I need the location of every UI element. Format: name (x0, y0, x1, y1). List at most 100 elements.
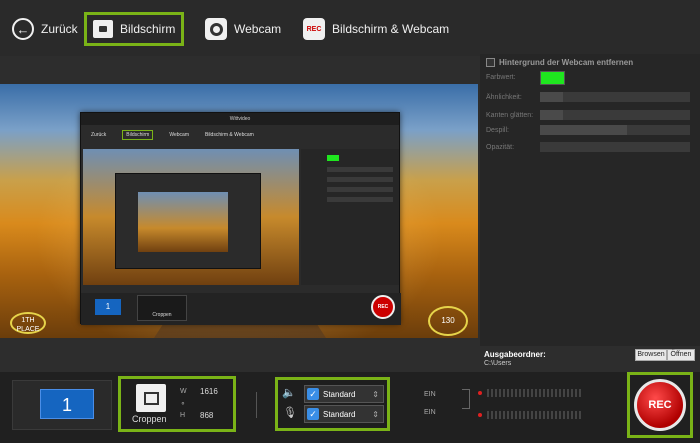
meter-segment (531, 411, 533, 419)
meter-segment (507, 411, 509, 419)
meter-segment (563, 389, 565, 397)
nested-preview (83, 149, 299, 285)
nested-tab-screen: Bildschirm (122, 130, 154, 140)
smoothing-slider[interactable] (540, 110, 690, 120)
width-value[interactable]: 1616 (200, 387, 218, 396)
microphone-select[interactable]: ✓ Standard ⇕ (304, 405, 384, 423)
similarity-slider[interactable] (540, 92, 690, 102)
tab-bildschirm-webcam[interactable]: REC Bildschirm & Webcam (303, 12, 449, 46)
meter-segment (551, 411, 553, 419)
microphone-select-label: Standard (323, 409, 356, 419)
tab-bildschirm-webcam-label: Bildschirm & Webcam (332, 22, 450, 36)
meter-segment (511, 389, 513, 397)
screen-preview[interactable]: Wittvideo Zurück Bildschirm Webcam Bilds… (0, 84, 478, 338)
nested-rec: REC (371, 295, 395, 319)
tab-bildschirm[interactable]: Bildschirm (84, 12, 185, 46)
speaker-select-label: Standard (323, 389, 356, 399)
meter-segment (515, 389, 517, 397)
remove-bg-row[interactable]: Hintergrund der Webcam entfernen (486, 58, 633, 67)
meter-segment (547, 389, 549, 397)
remove-bg-checkbox[interactable] (486, 58, 495, 67)
color-swatch[interactable] (540, 71, 565, 85)
meter-segment (535, 389, 537, 397)
meter-segment (519, 411, 521, 419)
meter-segment (515, 411, 517, 419)
microphone-checkbox-icon[interactable]: ✓ (307, 408, 319, 420)
speedometer: 130 (428, 306, 468, 336)
preview-bottom-band (0, 338, 480, 372)
nested-tab-webcam: Webcam (169, 132, 189, 138)
color-label: Farbwert: (486, 74, 516, 81)
app-window: ← Zurück Bildschirm Webcam REC Bildschir… (0, 0, 700, 443)
monitor-select-button[interactable]: 1 (40, 389, 94, 419)
spill-fill (540, 125, 627, 135)
rec-button[interactable]: REC (634, 379, 686, 431)
meter-segment (487, 411, 489, 419)
meter-segment (495, 389, 497, 397)
nested-crop: Croppen (137, 295, 187, 321)
tab-bildschirm-label: Bildschirm (120, 22, 176, 36)
meter-segment (499, 411, 501, 419)
connector-line (462, 389, 470, 409)
nested-bottom-bar (81, 293, 401, 325)
remove-bg-label: Hintergrund der Webcam entfernen (499, 58, 634, 67)
microphone-level-meter (478, 411, 608, 419)
meter-segment (511, 411, 513, 419)
nested-back: Zurück (91, 132, 107, 138)
nested-green-swatch (327, 155, 339, 161)
speaker-level-meter (478, 389, 608, 397)
meter-segment (567, 389, 569, 397)
level-dot (478, 391, 482, 395)
link-icon[interactable]: ⚬ (180, 400, 186, 408)
chevron-updown-icon: ⇕ (372, 389, 379, 399)
opacity-slider[interactable] (540, 142, 690, 152)
similarity-label: Ähnlichkeit: (486, 94, 522, 101)
crop-button[interactable] (136, 384, 166, 412)
meter-segment (579, 389, 581, 397)
rec-icon: REC (303, 18, 325, 40)
tab-webcam-label: Webcam (234, 22, 282, 36)
meter-segment (547, 411, 549, 419)
meter-segment (491, 411, 493, 419)
meter-segment (487, 389, 489, 397)
nested-app-window: Wittvideo Zurück Bildschirm Webcam Bilds… (80, 112, 401, 325)
meter-segment (543, 411, 545, 419)
back-button[interactable]: ← Zurück (12, 12, 78, 46)
height-value[interactable]: 868 (200, 411, 213, 420)
meter-segment (535, 411, 537, 419)
meter-segment (571, 411, 573, 419)
meter-segment (499, 389, 501, 397)
divider (256, 392, 257, 418)
spill-label: Despill: (486, 127, 509, 134)
nested-tab-both: Bildschirm & Webcam (204, 132, 254, 138)
browse-button[interactable]: Browsen (635, 349, 667, 361)
nested-bar (327, 167, 393, 172)
meter-segment (527, 411, 529, 419)
nested-bar (327, 187, 393, 192)
chevron-updown-icon: ⇕ (372, 409, 379, 419)
meter-segment (519, 389, 521, 397)
webcam-icon (205, 18, 227, 40)
opacity-label: Opazität: (486, 144, 515, 151)
meter-segment (575, 389, 577, 397)
meter-segment (559, 389, 561, 397)
speaker-checkbox-icon[interactable]: ✓ (307, 388, 319, 400)
speaker-icon: 🔈 (282, 387, 296, 399)
meter-segment (563, 411, 565, 419)
microphone-icon: 🎙 (283, 407, 297, 419)
nested-settings (301, 149, 399, 285)
meter-segment (567, 411, 569, 419)
height-label: H (180, 412, 186, 419)
level-dot (478, 413, 482, 417)
open-button[interactable]: Öffnen (667, 349, 695, 361)
webcam-settings-panel: Hintergrund der Webcam entfernen Farbwer… (480, 54, 700, 346)
meter-segment (503, 389, 505, 397)
meter-segment (579, 411, 581, 419)
tab-webcam[interactable]: Webcam (205, 12, 281, 46)
speaker-select[interactable]: ✓ Standard ⇕ (304, 385, 384, 403)
meter-segment (551, 389, 553, 397)
place-badge: 1TH PLACE (10, 312, 46, 334)
top-nav: ← Zurück Bildschirm Webcam REC Bildschir… (0, 0, 700, 56)
spill-slider[interactable] (540, 125, 690, 135)
output-folder-label: Ausgabeordner: (484, 350, 546, 359)
